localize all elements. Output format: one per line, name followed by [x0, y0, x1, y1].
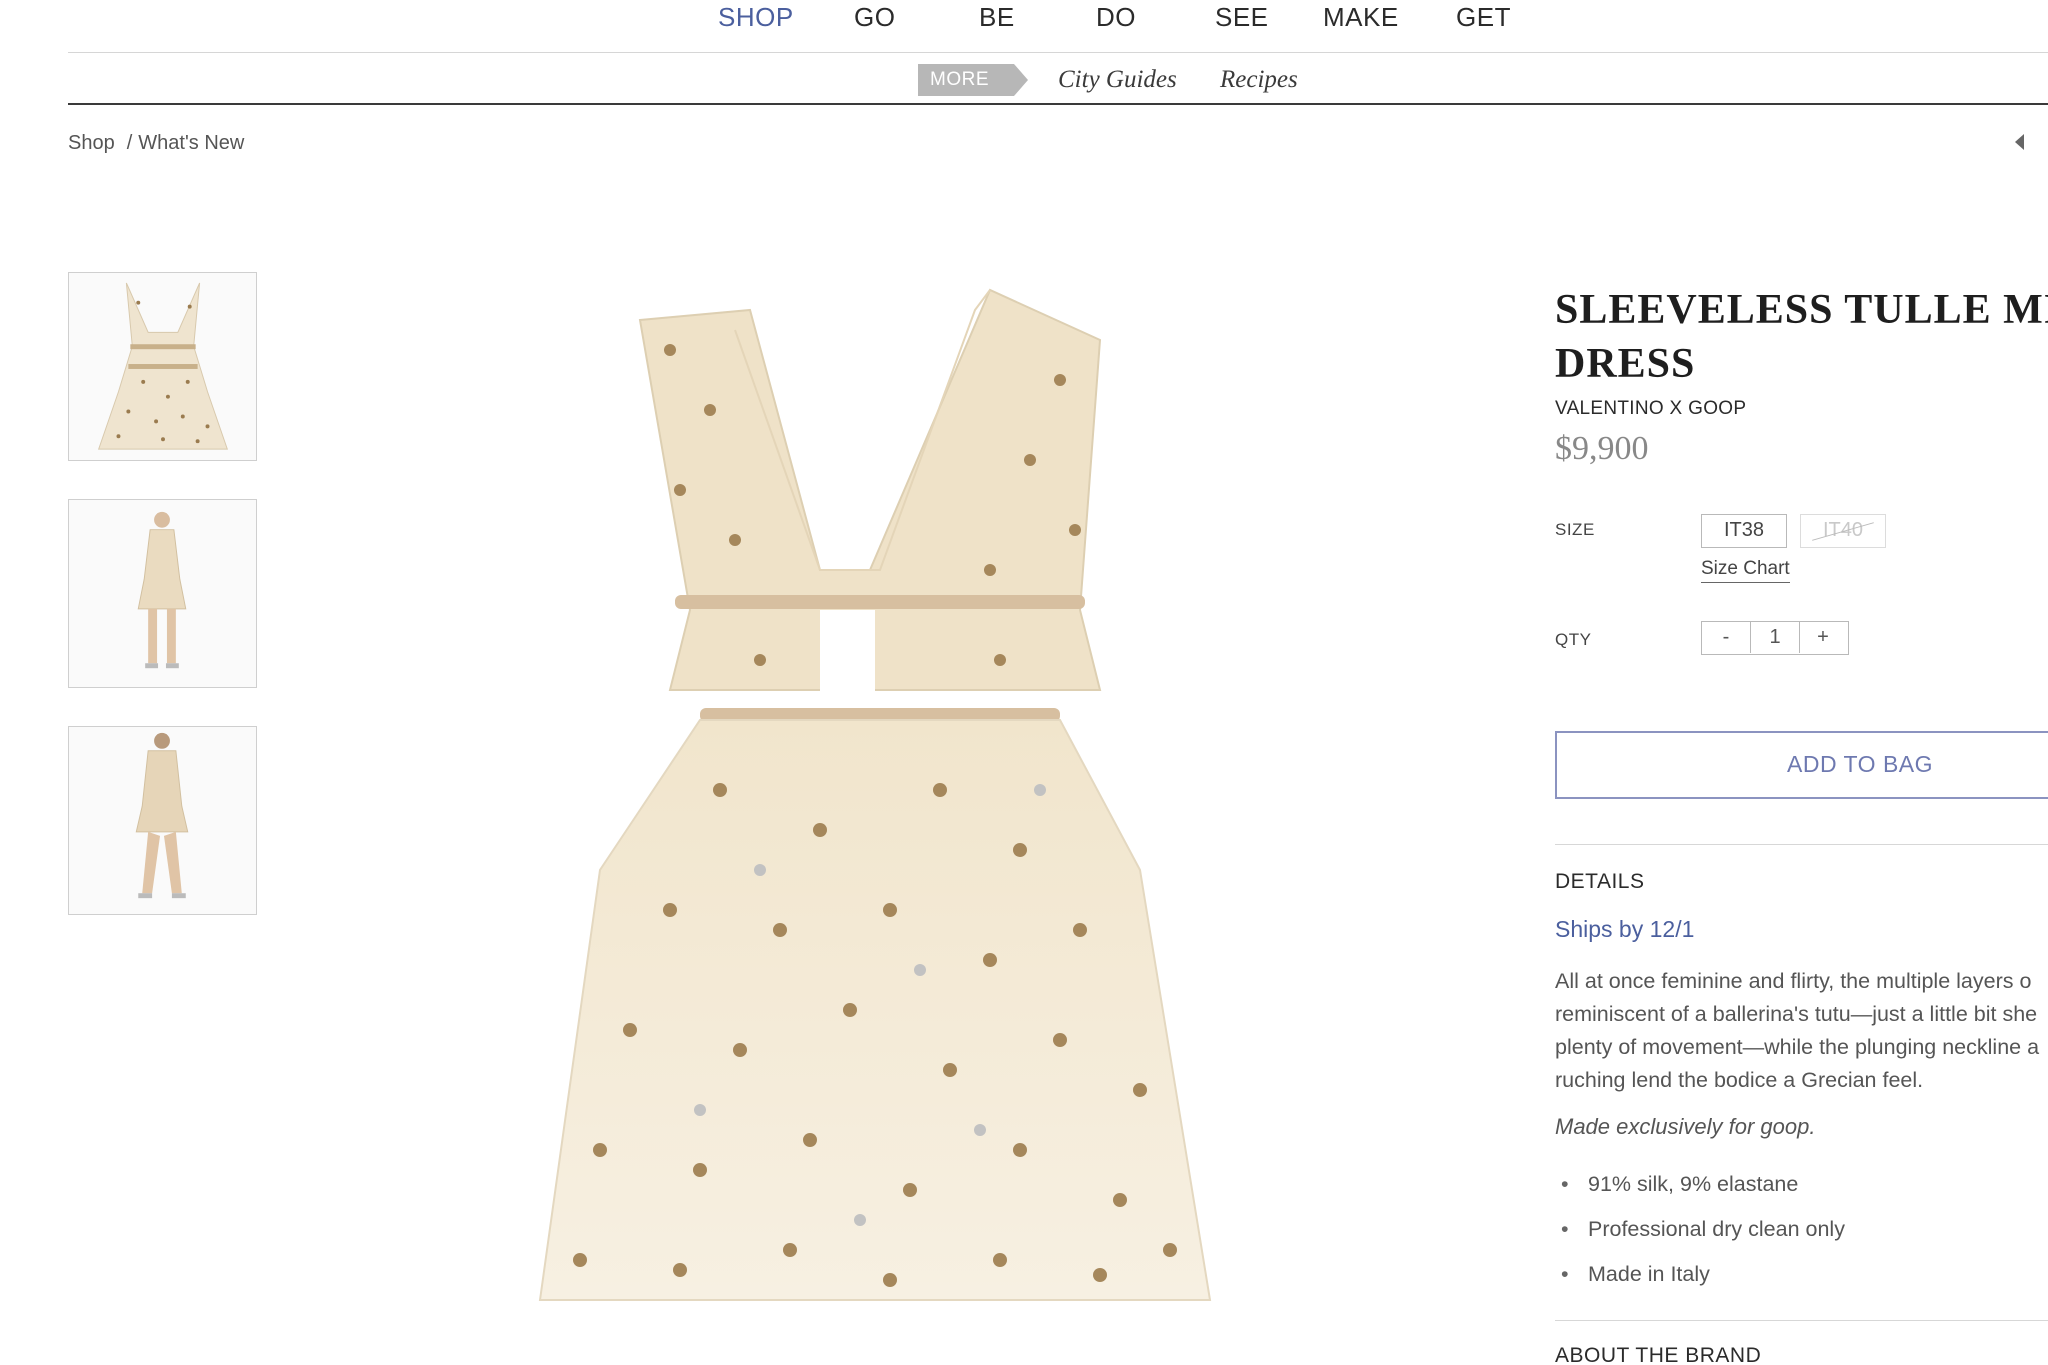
- add-to-bag-button[interactable]: ADD TO BAG: [1555, 731, 2048, 799]
- breadcrumb-separator: /: [126, 132, 133, 154]
- size-label: SIZE: [1555, 520, 1595, 539]
- about-brand-heading[interactable]: ABOUT THE BRAND: [1555, 1344, 1761, 1365]
- exclusive-note: Made exclusively for goop.: [1555, 1114, 1816, 1139]
- product-price: $9,900: [1555, 430, 1649, 467]
- nav-item-go[interactable]: GO: [854, 0, 895, 34]
- description-line: reminiscent of a ballerina's tutu—just a…: [1555, 1002, 2038, 1026]
- product-info: SLEEVELESS TULLE MI DRESS VALENTINO X GO…: [1555, 0, 2048, 1365]
- feature-item: Made in Italy: [1555, 1252, 1845, 1297]
- ships-by-text: Ships by 12/1: [1555, 916, 1695, 942]
- feature-item: 91% silk, 9% elastane: [1555, 1162, 1845, 1207]
- breadcrumb-shop[interactable]: Shop: [68, 132, 115, 154]
- description-line: plenty of movement—while the plunging ne…: [1555, 1035, 2040, 1059]
- sub-link-city-guides[interactable]: City Guides: [1058, 63, 1177, 97]
- thumbnail-dress-front[interactable]: [68, 272, 257, 461]
- size-option-it38[interactable]: IT38: [1701, 514, 1787, 548]
- details-heading[interactable]: DETAILS: [1555, 870, 1644, 894]
- sub-link-recipes[interactable]: Recipes: [1220, 63, 1298, 97]
- breadcrumb-whats-new[interactable]: What's New: [138, 132, 244, 154]
- feature-item: Professional dry clean only: [1555, 1207, 1845, 1252]
- nav-item-see[interactable]: SEE: [1215, 0, 1269, 34]
- product-title-line-2: DRESS: [1555, 341, 1696, 387]
- model-front-image: [137, 511, 187, 669]
- description-line: ruching lend the bodice a Grecian feel.: [1555, 1068, 1924, 1092]
- product-brand[interactable]: VALENTINO X GOOP: [1555, 398, 1746, 420]
- nav-item-do[interactable]: DO: [1096, 0, 1136, 34]
- thumbnail-model-back[interactable]: [68, 726, 257, 915]
- qty-increment-button[interactable]: +: [1798, 622, 1848, 653]
- product-features: 91% silk, 9% elastane Professional dry c…: [1555, 1162, 1845, 1297]
- brand-divider: [1555, 1320, 2048, 1321]
- description-line: All at once feminine and flirty, the mul…: [1555, 969, 2032, 993]
- nav-item-be[interactable]: BE: [979, 0, 1015, 34]
- model-back-image: [135, 732, 189, 899]
- size-option-it40[interactable]: IT40: [1800, 514, 1886, 548]
- nav-item-make[interactable]: MAKE: [1323, 0, 1399, 34]
- details-divider: [1555, 844, 2048, 845]
- breadcrumb: Shop / What's New: [68, 128, 244, 158]
- qty-decrement-button[interactable]: -: [1702, 622, 1750, 653]
- qty-label: QTY: [1555, 630, 1592, 649]
- product-title-line-1: SLEEVELESS TULLE MI: [1555, 287, 2048, 333]
- thumbnail-model-front[interactable]: [68, 499, 257, 688]
- dress-image: [538, 288, 1212, 1301]
- nav-item-get[interactable]: GET: [1456, 0, 1511, 34]
- product-description: All at once feminine and flirty, the mul…: [1555, 965, 2048, 1097]
- product-main-image: [520, 270, 1220, 1365]
- size-chart-link[interactable]: Size Chart: [1701, 558, 1790, 583]
- nav-item-shop[interactable]: SHOP: [718, 0, 794, 34]
- quantity-stepper: - 1 +: [1701, 621, 1849, 655]
- qty-value[interactable]: 1: [1750, 622, 1800, 653]
- dress-thumbnail-image: [97, 282, 229, 450]
- product-title: SLEEVELESS TULLE MI DRESS: [1555, 283, 2048, 391]
- more-tag: MORE: [918, 64, 1028, 96]
